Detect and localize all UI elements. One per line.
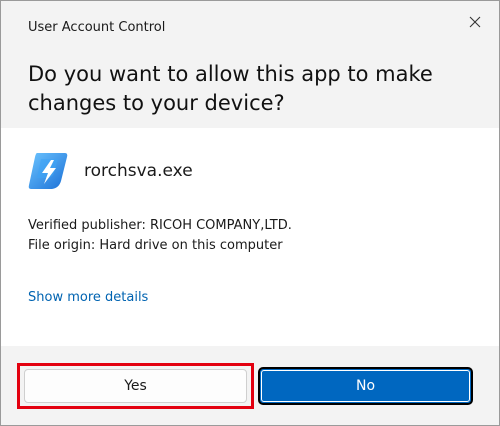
publisher-text: Verified publisher: RICOH COMPANY,LTD. [28,218,292,233]
close-icon [469,16,481,28]
window-title: User Account Control [28,20,166,35]
yes-button[interactable]: Yes [24,369,247,403]
uac-dialog: User Account Control Do you want to allo… [0,0,500,426]
close-button[interactable] [458,7,492,37]
no-button-label: No [261,370,470,402]
file-origin-text: File origin: Hard drive on this computer [28,238,283,253]
dialog-header: User Account Control Do you want to allo… [1,1,499,128]
show-more-details-link[interactable]: Show more details [28,290,148,305]
app-name: rorchsva.exe [84,161,193,181]
no-button[interactable]: No [258,367,473,405]
app-shield-icon [28,153,68,189]
dialog-question: Do you want to allow this app to make ch… [28,62,433,115]
